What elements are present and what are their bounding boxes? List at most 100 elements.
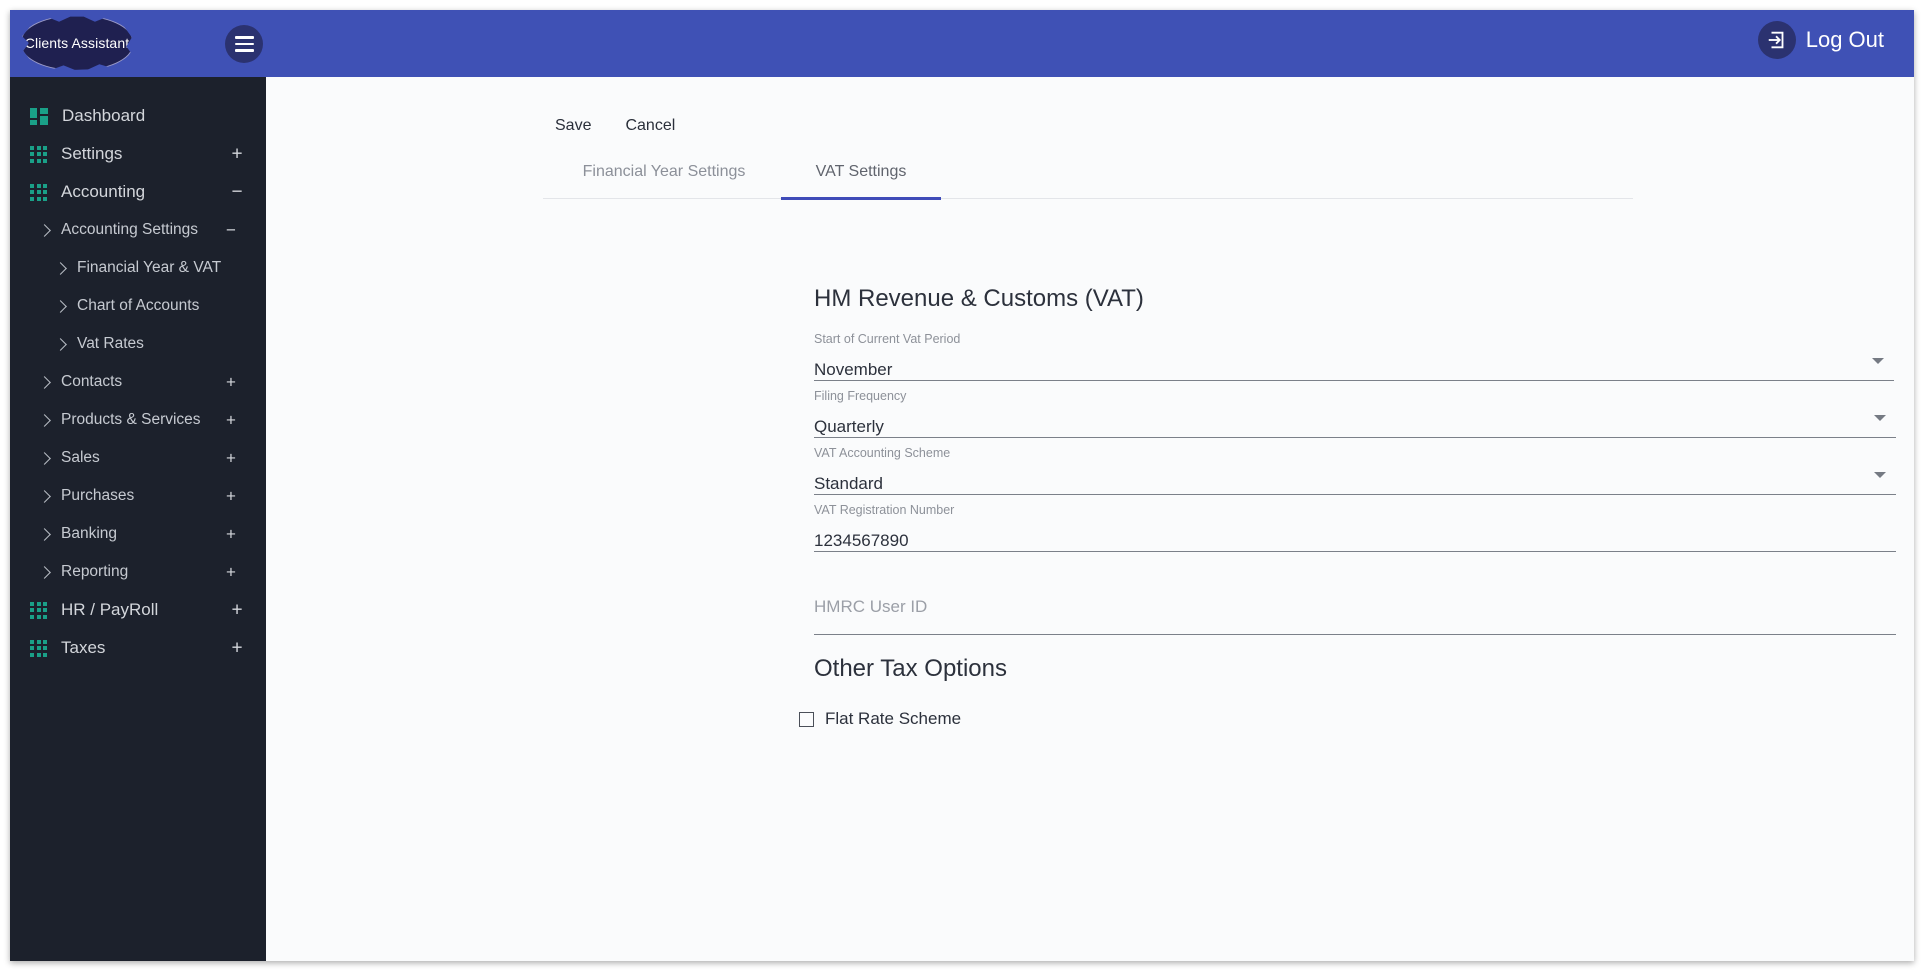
other-tax-options-title: Other Tax Options [814, 655, 1007, 682]
sidebar-item-label: Sales [61, 449, 100, 466]
sidebar-item-label: HR / PayRoll [61, 600, 159, 619]
chevron-right-icon [38, 375, 51, 389]
field-underline [814, 380, 1894, 381]
start-of-current-vat-period-input[interactable] [814, 359, 1894, 380]
field-filing-frequency: Filing Frequency [814, 390, 1896, 438]
chevron-right-icon [38, 413, 51, 427]
sidebar-item-chart-of-accounts[interactable]: Chart of Accounts [10, 287, 266, 325]
page-root: Clients Assistant Log Out Dashboard Setti… [0, 0, 1930, 977]
sidebar-item-toggle[interactable]: + [224, 374, 238, 391]
sidebar-item-label: Vat Rates [77, 335, 144, 352]
sidebar-item-label: Accounting [61, 182, 146, 201]
flat-rate-scheme-checkbox[interactable] [799, 711, 814, 727]
dashboard-grid-icon [30, 107, 48, 125]
sidebar-item-label: Dashboard [62, 106, 146, 125]
app-window: Clients Assistant Log Out Dashboard Setti… [10, 10, 1914, 961]
tab-financial-year-settings[interactable]: Financial Year Settings [565, 159, 763, 199]
sidebar-item-label: Purchases [61, 487, 135, 504]
chevron-right-icon [38, 527, 51, 541]
app-logo-text: Clients Assistant [24, 35, 130, 51]
field-label: Filing Frequency [814, 389, 907, 403]
sidebar-item-label: Financial Year & VAT [77, 259, 222, 276]
logout-label: Log Out [1805, 27, 1884, 52]
field-label: Start of Current Vat Period [814, 332, 961, 346]
sidebar-item-contacts[interactable]: Contacts + [10, 363, 266, 401]
hamburger-line [234, 49, 254, 52]
sidebar-item-toggle[interactable]: + [224, 526, 238, 543]
logout-exit-icon [1757, 21, 1796, 59]
hamburger-line [234, 36, 254, 39]
sidebar-item-label: Reporting [61, 563, 129, 580]
sidebar-item-label: Chart of Accounts [77, 297, 200, 314]
field-hmrc-user-id [814, 583, 1896, 635]
sidebar-item-toggle[interactable]: + [224, 412, 238, 429]
sidebar-item-toggle[interactable]: + [230, 601, 244, 620]
sidebar-item-reporting[interactable]: Reporting + [10, 553, 266, 591]
apps-grid-icon [30, 601, 47, 619]
field-underline [814, 494, 1896, 495]
sidebar-item-label: Taxes [61, 638, 106, 657]
sidebar-item-toggle[interactable]: + [224, 488, 238, 505]
hamburger-menu-icon[interactable] [225, 25, 263, 63]
field-vat-registration-number: VAT Registration Number [814, 504, 1896, 552]
sidebar-item-dashboard[interactable]: Dashboard [10, 97, 266, 135]
field-start-of-current-vat-period: Start of Current Vat Period [814, 333, 1894, 381]
sidebar-item-vat-rates[interactable]: Vat Rates [10, 325, 266, 363]
sidebar-item-settings[interactable]: Settings + [10, 135, 266, 173]
main-content: Save Cancel Financial Year Settings VAT … [266, 77, 1914, 961]
form-action-bar: Save Cancel [555, 117, 675, 135]
flat-rate-scheme-label: Flat Rate Scheme [825, 709, 962, 728]
chevron-right-icon [38, 451, 51, 465]
vat-registration-number-input[interactable] [814, 530, 1896, 551]
sidebar-item-banking[interactable]: Banking + [10, 515, 266, 553]
chevron-right-icon [54, 299, 67, 313]
field-label: VAT Registration Number [814, 503, 955, 517]
sidebar-item-hr-payroll[interactable]: HR / PayRoll + [10, 591, 266, 629]
sidebar-item-toggle[interactable]: + [230, 145, 244, 164]
sidebar-item-label: Contacts [61, 373, 123, 390]
field-vat-accounting-scheme: VAT Accounting Scheme [814, 447, 1896, 495]
sidebar-item-label: Products & Services [61, 411, 201, 428]
vat-accounting-scheme-input[interactable] [814, 473, 1896, 494]
flat-rate-scheme-row[interactable]: Flat Rate Scheme [799, 709, 961, 729]
sidebar-item-label: Banking [61, 525, 118, 542]
save-button[interactable]: Save [555, 117, 591, 135]
sidebar-item-sales[interactable]: Sales + [10, 439, 266, 477]
sidebar-nav[interactable]: Dashboard Settings + Accounting − Accounting … [10, 77, 266, 961]
chevron-right-icon [38, 565, 51, 579]
vat-section-title: HM Revenue & Customs (VAT) [814, 285, 1144, 312]
app-logo[interactable]: Clients Assistant [22, 16, 132, 70]
settings-tab-bar: Financial Year Settings VAT Settings [543, 159, 1633, 200]
hamburger-line [234, 42, 254, 46]
tab-vat-settings[interactable]: VAT Settings [781, 159, 941, 200]
cancel-button[interactable]: Cancel [625, 117, 675, 135]
sidebar-item-toggle[interactable]: + [224, 450, 238, 467]
apps-grid-icon [30, 183, 47, 201]
field-underline [814, 634, 1896, 635]
sidebar-item-toggle[interactable]: + [224, 564, 238, 581]
chevron-down-icon[interactable] [1872, 358, 1884, 364]
hmrc-user-id-input[interactable] [814, 597, 1896, 617]
field-underline [814, 551, 1896, 552]
chevron-down-icon[interactable] [1874, 472, 1886, 478]
sidebar-item-toggle[interactable]: − [224, 222, 238, 239]
sidebar-item-label: Settings [61, 144, 123, 163]
sidebar-item-financial-year-vat[interactable]: Financial Year & VAT [10, 249, 266, 287]
field-underline [814, 437, 1896, 438]
sidebar-item-accounting[interactable]: Accounting − [10, 173, 266, 211]
chevron-down-icon[interactable] [1874, 415, 1886, 421]
sidebar-item-toggle[interactable]: − [230, 183, 244, 202]
apps-grid-icon [30, 639, 47, 657]
filing-frequency-input[interactable] [814, 416, 1896, 437]
sidebar-item-taxes[interactable]: Taxes + [10, 629, 266, 667]
logout-button[interactable]: Log Out [1757, 21, 1884, 59]
field-label: VAT Accounting Scheme [814, 446, 951, 460]
chevron-right-icon [54, 261, 67, 275]
sidebar-item-products-services[interactable]: Products & Services + [10, 401, 266, 439]
sidebar-item-accounting-settings[interactable]: Accounting Settings − [10, 211, 266, 249]
chevron-right-icon [38, 489, 51, 503]
sidebar-item-toggle[interactable]: + [230, 639, 244, 658]
chevron-right-icon [54, 337, 67, 351]
chevron-right-icon [38, 223, 51, 237]
sidebar-item-purchases[interactable]: Purchases + [10, 477, 266, 515]
